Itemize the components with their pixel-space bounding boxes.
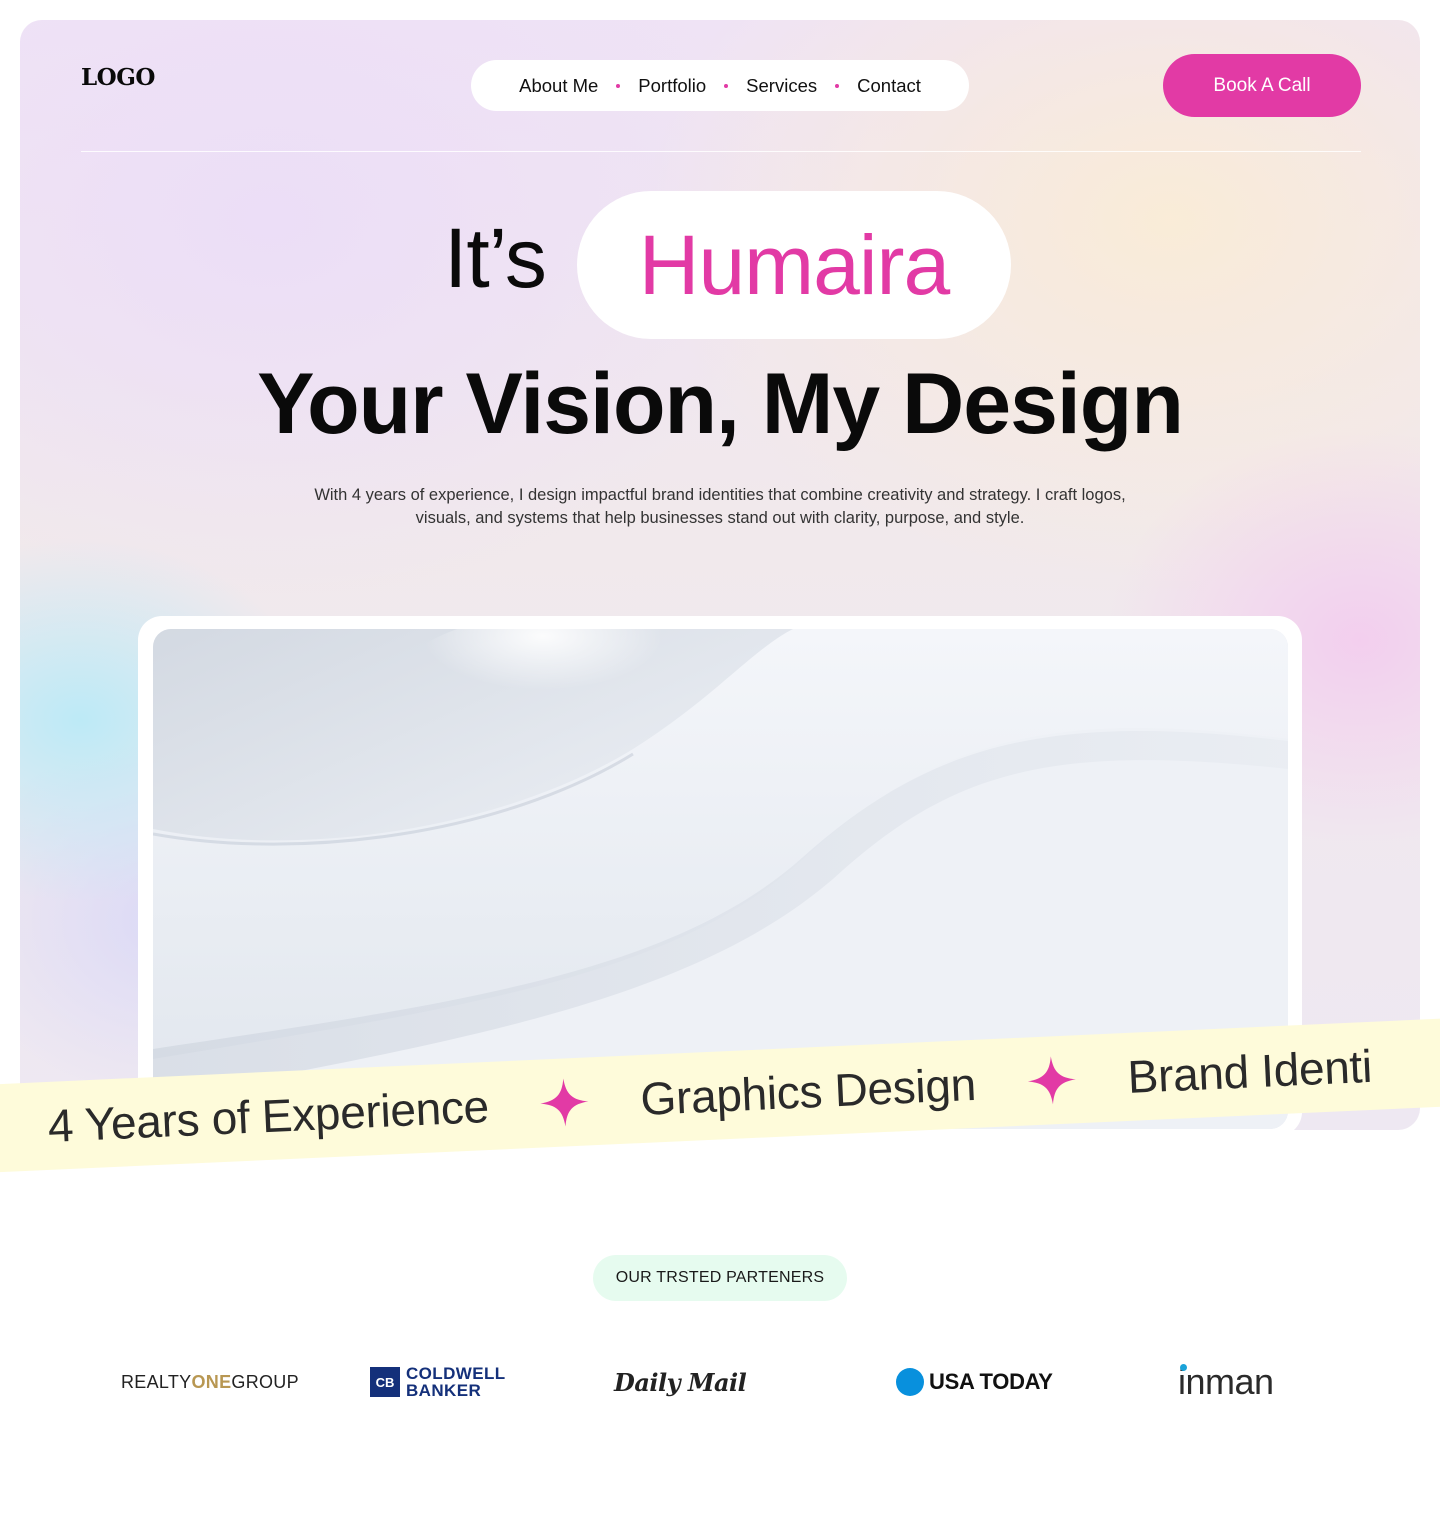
usa-today-dot — [896, 1368, 924, 1396]
main-nav: About Me Portfolio Services Contact — [471, 60, 969, 111]
nav-separator-dot — [724, 83, 729, 88]
name-pill: Humaira — [577, 191, 1011, 339]
coldwell-banker-logo: CB COLDWELL BANKER — [370, 1350, 506, 1414]
four-point-star-icon — [1027, 1056, 1076, 1105]
cb-mark: CB — [370, 1367, 400, 1397]
ribbon-item: 4 Years of Experience — [46, 1079, 490, 1152]
inman-logo: inman — [1178, 1350, 1274, 1414]
hero-intro: It’s — [444, 211, 547, 305]
book-call-button[interactable]: Book A Call — [1163, 54, 1361, 117]
nav-link-services[interactable]: Services — [732, 75, 831, 97]
logo-text-line: BANKER — [406, 1381, 482, 1400]
logo-text: GROUP — [231, 1371, 299, 1392]
logo-text: COLDWELL BANKER — [406, 1365, 506, 1399]
header-divider — [81, 151, 1361, 152]
ribbon-item: Brand Identi — [1126, 1039, 1374, 1103]
logo-text: USA TODAY — [929, 1369, 1053, 1394]
nav-separator-dot — [616, 83, 621, 88]
usa-today-logo: USA TODAY — [896, 1350, 1053, 1414]
hero-headline: Your Vision, My Design — [257, 356, 1184, 452]
partners-badge: OUR TRSTED PARTENERS — [593, 1255, 847, 1301]
four-point-star-icon — [540, 1078, 589, 1127]
logo-text: inman — [1178, 1361, 1274, 1402]
logo-text: ONE — [191, 1371, 232, 1392]
nav-link-contact[interactable]: Contact — [843, 75, 935, 97]
nav-link-about[interactable]: About Me — [505, 75, 612, 97]
hero-description: With 4 years of experience, I design imp… — [314, 486, 1126, 527]
ribbon-item: Graphics Design — [639, 1057, 977, 1126]
nav-link-portfolio[interactable]: Portfolio — [624, 75, 720, 97]
partner-logos: REALTY ONE GROUP CB COLDWELL BANKER Daily … — [0, 1350, 1440, 1420]
site-logo[interactable]: LOGO — [81, 64, 155, 91]
realty-one-group-logo: REALTY ONE GROUP — [121, 1350, 299, 1414]
hero-name: Humaira — [638, 218, 950, 312]
logo-text: REALTY — [121, 1371, 192, 1392]
inman-dot — [1180, 1364, 1187, 1371]
logo-text-line: COLDWELL — [406, 1364, 506, 1383]
nav-separator-dot — [835, 83, 840, 88]
daily-mail-logo: Daily Mail — [614, 1367, 747, 1397]
